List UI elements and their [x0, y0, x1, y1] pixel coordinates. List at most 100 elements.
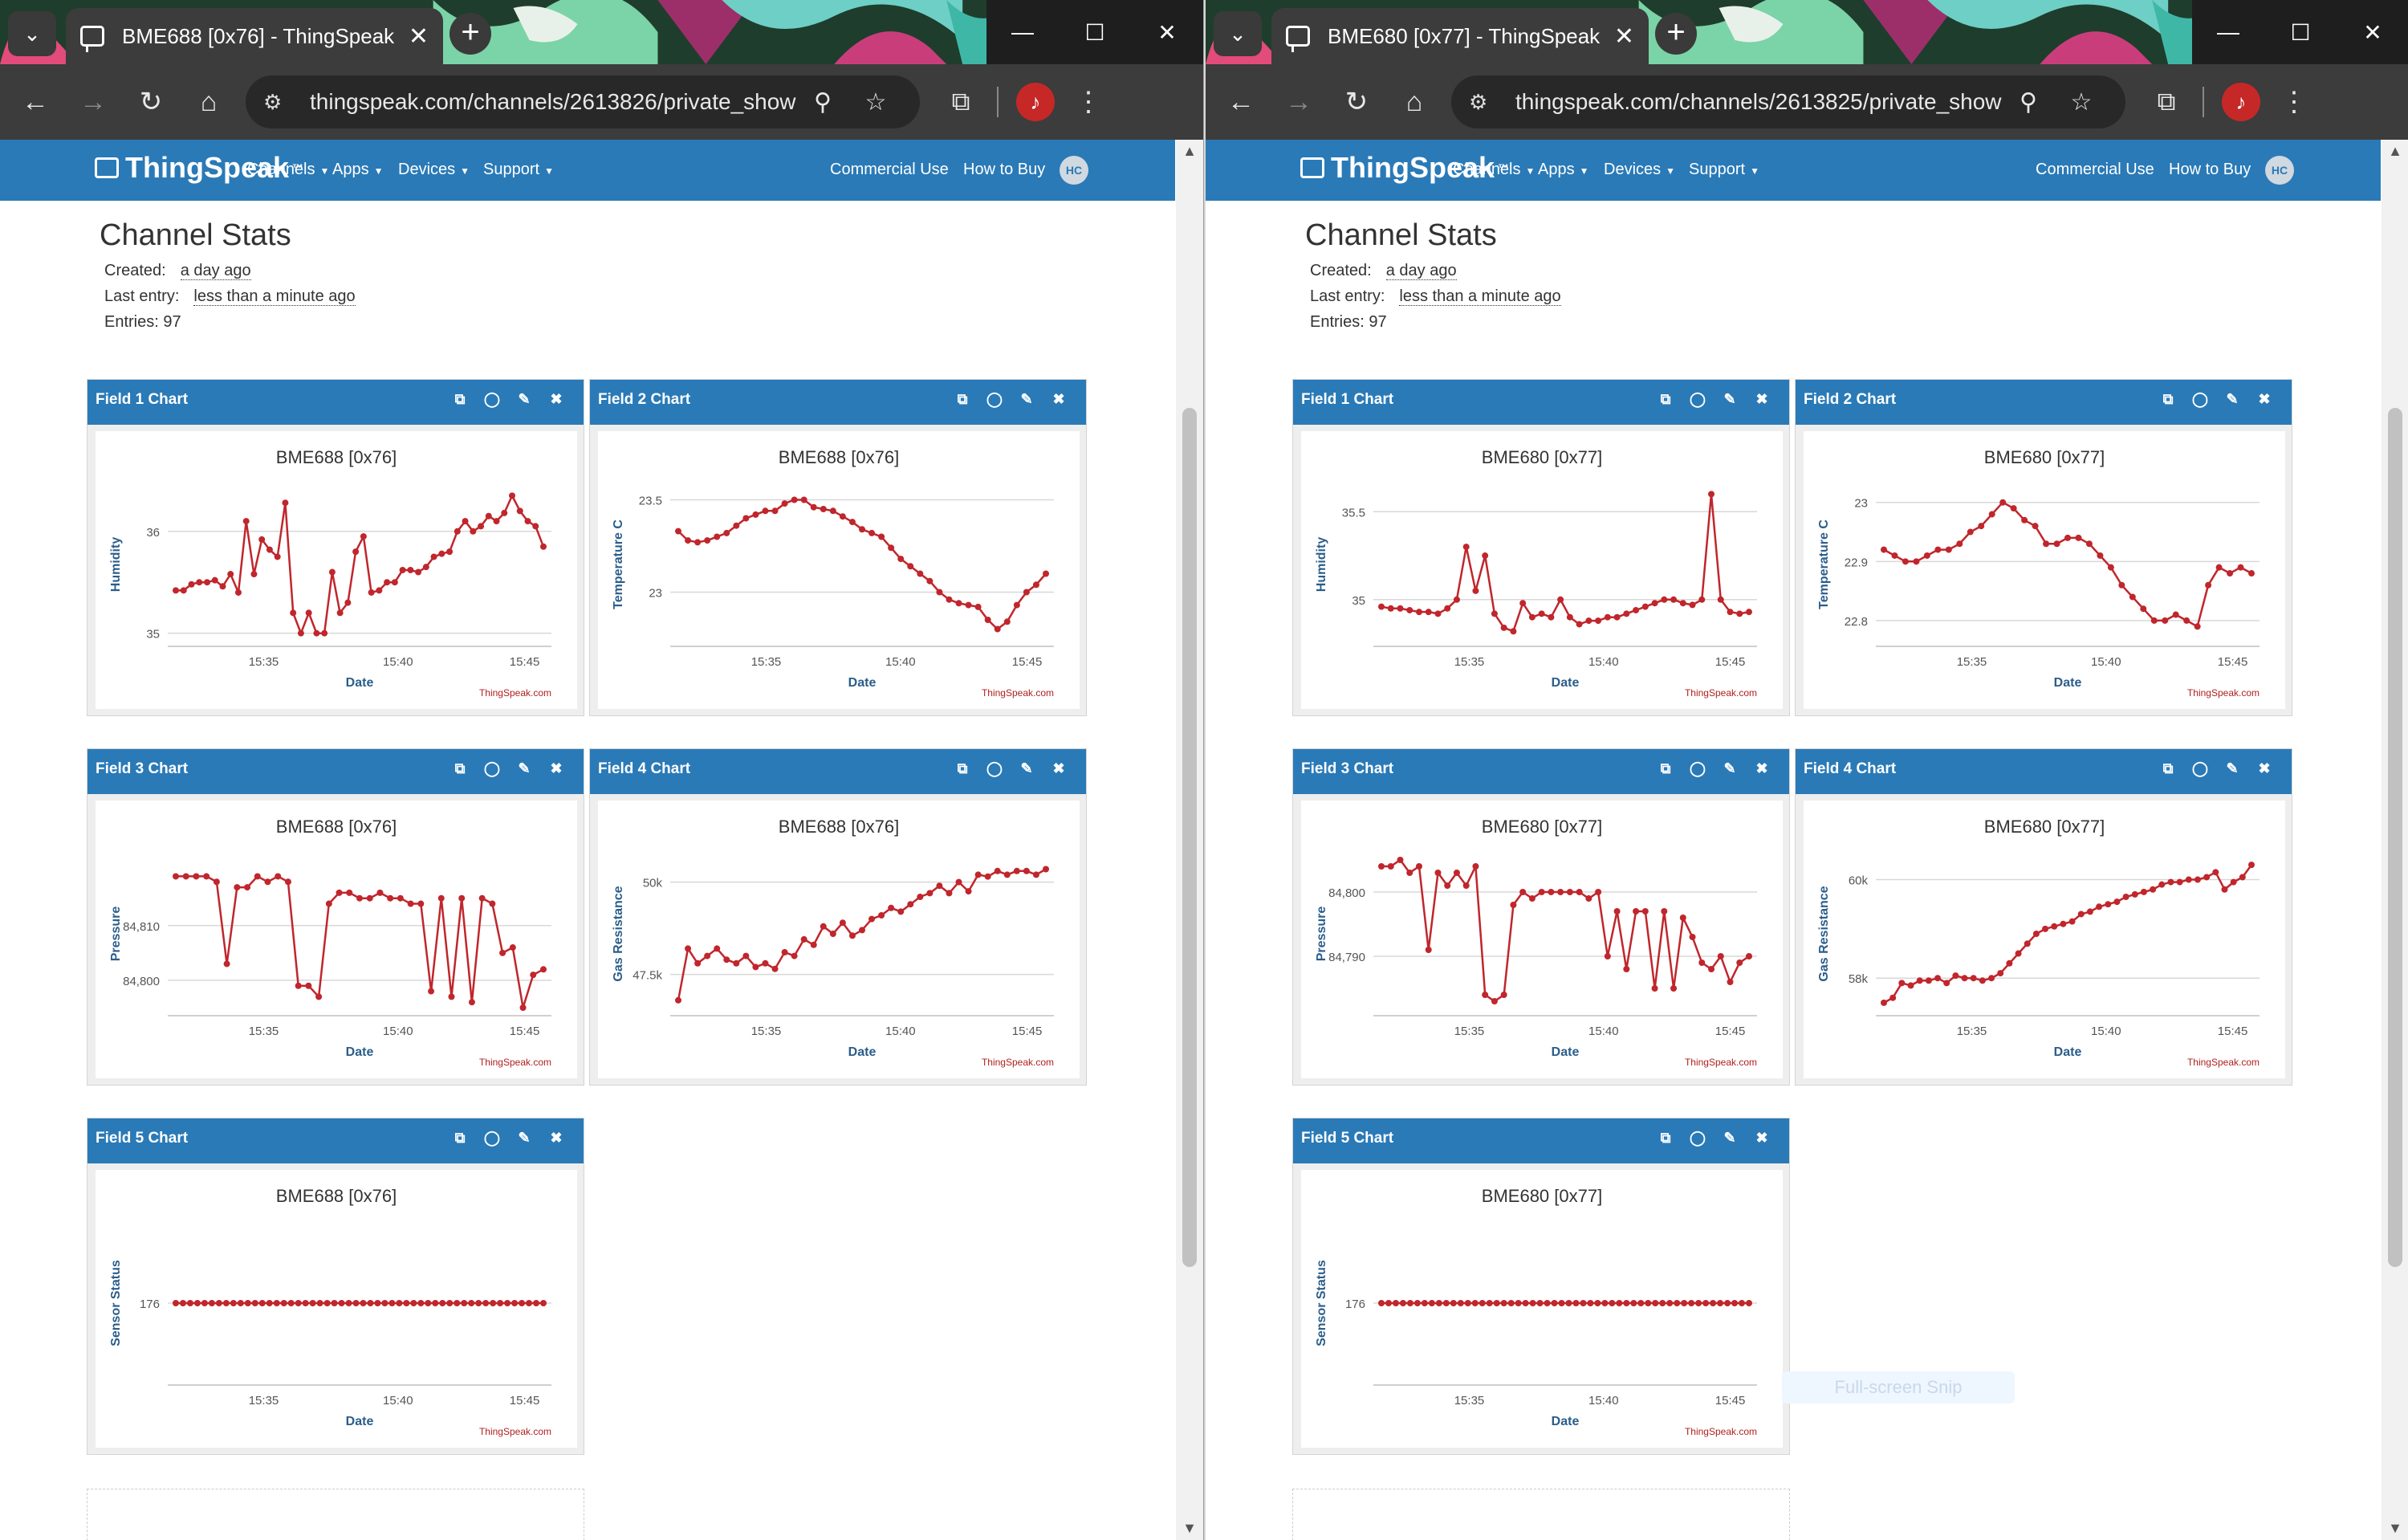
data-point[interactable]: [955, 600, 962, 607]
data-point[interactable]: [230, 1300, 237, 1306]
comment-icon[interactable]: ◯: [476, 1130, 508, 1147]
data-point[interactable]: [1428, 1300, 1435, 1306]
data-point[interactable]: [2068, 918, 2076, 925]
data-point[interactable]: [1934, 975, 1942, 982]
data-point[interactable]: [215, 1300, 222, 1306]
data-point[interactable]: [2085, 540, 2093, 548]
data-point[interactable]: [800, 496, 807, 503]
data-point[interactable]: [2131, 890, 2138, 898]
close-icon[interactable]: ✖: [1746, 1130, 1778, 1147]
data-point[interactable]: [1500, 624, 1507, 631]
data-point[interactable]: [384, 579, 391, 586]
data-point[interactable]: [530, 972, 537, 979]
data-point[interactable]: [1698, 959, 1706, 966]
data-point[interactable]: [2118, 581, 2125, 589]
data-point[interactable]: [1538, 889, 1545, 895]
data-point[interactable]: [516, 507, 523, 515]
data-point[interactable]: [1538, 610, 1545, 617]
active-tab[interactable]: BME688 [0x76] - ThingSpeak Io ✕: [66, 8, 443, 64]
data-point[interactable]: [360, 1300, 367, 1306]
data-point[interactable]: [1580, 1300, 1587, 1306]
data-point[interactable]: [1023, 867, 1030, 874]
external-link-icon[interactable]: ⧉: [1649, 760, 1682, 777]
data-point[interactable]: [1576, 889, 1583, 895]
data-point[interactable]: [733, 522, 740, 529]
data-point[interactable]: [752, 511, 759, 518]
data-point[interactable]: [694, 539, 702, 546]
data-point[interactable]: [742, 515, 750, 522]
data-point[interactable]: [397, 894, 404, 902]
data-point[interactable]: [994, 625, 1001, 633]
data-point[interactable]: [1522, 1300, 1529, 1306]
data-point[interactable]: [974, 871, 982, 878]
home-icon[interactable]: ⌂: [180, 73, 238, 131]
data-point[interactable]: [1457, 1300, 1464, 1306]
data-point[interactable]: [1923, 552, 1930, 559]
data-point[interactable]: [1736, 959, 1743, 966]
data-point[interactable]: [1378, 1300, 1385, 1306]
data-point[interactable]: [1585, 895, 1592, 902]
data-point[interactable]: [1688, 1300, 1695, 1306]
data-point[interactable]: [1978, 523, 1985, 530]
data-point[interactable]: [1961, 975, 1968, 982]
tab-search-button[interactable]: ⌄: [8, 11, 56, 56]
comment-icon[interactable]: ◯: [1682, 391, 1714, 408]
data-point[interactable]: [1731, 1300, 1739, 1306]
data-point[interactable]: [704, 952, 711, 959]
data-point[interactable]: [323, 1300, 331, 1306]
data-point[interactable]: [946, 596, 953, 603]
pencil-icon[interactable]: ✎: [1011, 391, 1043, 408]
data-point[interactable]: [1397, 605, 1404, 612]
data-point[interactable]: [1702, 1300, 1710, 1306]
data-point[interactable]: [439, 1300, 446, 1306]
data-point[interactable]: [368, 589, 375, 596]
data-point[interactable]: [234, 589, 242, 596]
data-point[interactable]: [897, 908, 905, 915]
data-point[interactable]: [417, 900, 425, 907]
data-point[interactable]: [1493, 1300, 1500, 1306]
comment-icon[interactable]: ◯: [476, 391, 508, 408]
data-point[interactable]: [917, 894, 924, 900]
data-point[interactable]: [2053, 540, 2060, 548]
data-point[interactable]: [1472, 863, 1479, 870]
data-point[interactable]: [1633, 908, 1640, 915]
data-point[interactable]: [381, 1300, 388, 1306]
data-point[interactable]: [742, 952, 750, 959]
data-point[interactable]: [540, 966, 547, 973]
comment-icon[interactable]: ◯: [2184, 391, 2216, 408]
data-point[interactable]: [540, 543, 547, 550]
data-point[interactable]: [2113, 898, 2121, 906]
data-point[interactable]: [1956, 540, 1963, 548]
data-point[interactable]: [714, 533, 721, 540]
data-point[interactable]: [2194, 623, 2201, 630]
scroll-down-icon[interactable]: ▼: [1176, 1520, 1203, 1537]
data-point[interactable]: [305, 609, 312, 617]
data-point[interactable]: [461, 1300, 468, 1306]
data-point[interactable]: [219, 583, 226, 590]
external-link-icon[interactable]: ⧉: [444, 760, 476, 777]
comment-icon[interactable]: ◯: [476, 760, 508, 777]
data-point[interactable]: [2042, 925, 2049, 932]
data-point[interactable]: [878, 533, 885, 540]
data-point[interactable]: [810, 941, 817, 948]
back-arrow-icon[interactable]: ←: [6, 73, 64, 131]
data-point[interactable]: [366, 894, 373, 902]
data-point[interactable]: [1450, 1300, 1457, 1306]
nav-commercial-use[interactable]: Commercial Use: [2036, 161, 2154, 179]
bookmark-star-icon[interactable]: ☆: [849, 88, 902, 116]
close-icon[interactable]: ✖: [1043, 760, 1075, 777]
data-point[interactable]: [1889, 994, 1897, 1001]
data-point[interactable]: [313, 629, 320, 637]
data-point[interactable]: [1486, 1300, 1493, 1306]
pencil-icon[interactable]: ✎: [1714, 391, 1746, 408]
scroll-thumb[interactable]: [1182, 408, 1197, 1267]
data-point[interactable]: [1032, 581, 1039, 589]
data-point[interactable]: [489, 900, 496, 907]
data-point[interactable]: [2032, 523, 2039, 530]
data-point[interactable]: [1997, 970, 2004, 977]
data-point[interactable]: [1482, 552, 1489, 560]
comment-icon[interactable]: ◯: [978, 391, 1011, 408]
data-point[interactable]: [1727, 979, 1734, 985]
data-point[interactable]: [196, 579, 203, 586]
data-point[interactable]: [733, 959, 740, 967]
